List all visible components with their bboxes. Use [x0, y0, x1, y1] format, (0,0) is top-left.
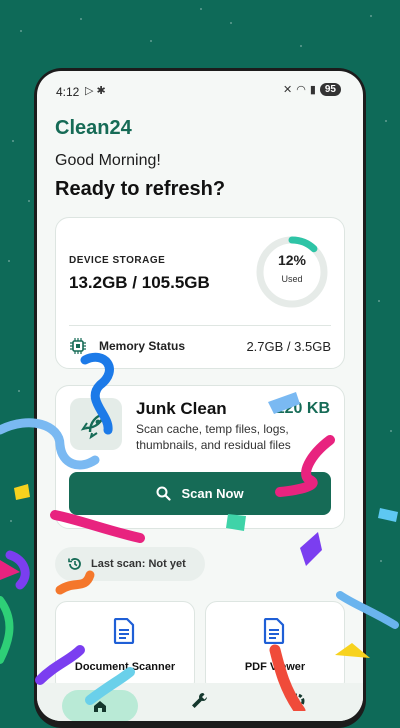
search-icon	[156, 486, 172, 501]
app-screen: 4:12 ▷ ✱ ✕ ◠ ▮ 95 Clean24 Good Morning! …	[37, 71, 363, 721]
home-icon	[94, 701, 106, 712]
wifi-icon: ◠	[296, 84, 306, 96]
gear-icon[interactable]	[287, 691, 307, 711]
rocket-icon	[70, 398, 122, 450]
confetti-square-sky	[378, 508, 398, 522]
confetti-square-yellow	[14, 484, 30, 500]
junk-size: 120 KB	[275, 400, 330, 417]
confetti-ribbon-green	[0, 596, 14, 664]
confetti-triangle-pink	[0, 560, 20, 580]
memory-status-label: Memory Status	[99, 339, 186, 353]
pdf-viewer-card[interactable]: PDF Viewer	[205, 601, 345, 693]
document-scanner-label: Document Scanner	[74, 661, 176, 673]
status-icons: ✕ ◠ ▮ 95	[283, 83, 341, 96]
status-bar: 4:12 ▷ ✱ ✕ ◠ ▮ 95	[37, 71, 363, 111]
nav-home[interactable]	[62, 690, 138, 721]
storage-divider	[69, 325, 331, 326]
storage-percent: 12%	[277, 252, 307, 268]
storage-value: 13.2GB / 105.5GB	[69, 273, 210, 292]
storage-label: DEVICE STORAGE	[69, 255, 166, 266]
memory-status-value: 2.7GB / 3.5GB	[246, 339, 331, 354]
mute-icon: ✕	[282, 84, 293, 96]
document-icon	[263, 618, 285, 644]
signal-icon: ▮	[309, 84, 316, 96]
junk-clean-card: Junk Clean 120 KB Scan cache, temp files…	[55, 385, 345, 529]
history-icon	[68, 558, 81, 570]
app-title: Clean24	[55, 117, 132, 139]
greeting-text: Good Morning!	[55, 152, 161, 169]
battery-badge: 95	[319, 83, 341, 96]
scan-now-button[interactable]: Scan Now	[69, 472, 331, 515]
confetti-ribbon-purple	[5, 550, 30, 590]
document-scanner-card[interactable]: Document Scanner	[55, 601, 195, 693]
storage-used-label: Used	[281, 274, 303, 284]
storage-card[interactable]: DEVICE STORAGE 13.2GB / 105.5GB 12% Used…	[55, 217, 345, 369]
junk-description: Scan cache, temp files, logs, thumbnails…	[136, 422, 291, 452]
headline-text: Ready to refresh?	[55, 178, 226, 200]
chip-icon	[70, 338, 86, 354]
status-time: 4:12	[56, 85, 80, 99]
junk-clean-title: Junk Clean	[136, 399, 227, 418]
document-icon	[113, 618, 135, 644]
last-scan-text: Last scan: Not yet	[91, 558, 186, 570]
scan-now-label: Scan Now	[181, 486, 244, 501]
bottom-nav	[37, 683, 363, 721]
wrench-icon[interactable]	[189, 691, 209, 711]
storage-ring	[256, 236, 328, 308]
pdf-viewer-label: PDF Viewer	[244, 661, 306, 673]
notification-icons: ▷ ✱	[85, 85, 106, 97]
last-scan-pill: Last scan: Not yet	[55, 547, 205, 581]
